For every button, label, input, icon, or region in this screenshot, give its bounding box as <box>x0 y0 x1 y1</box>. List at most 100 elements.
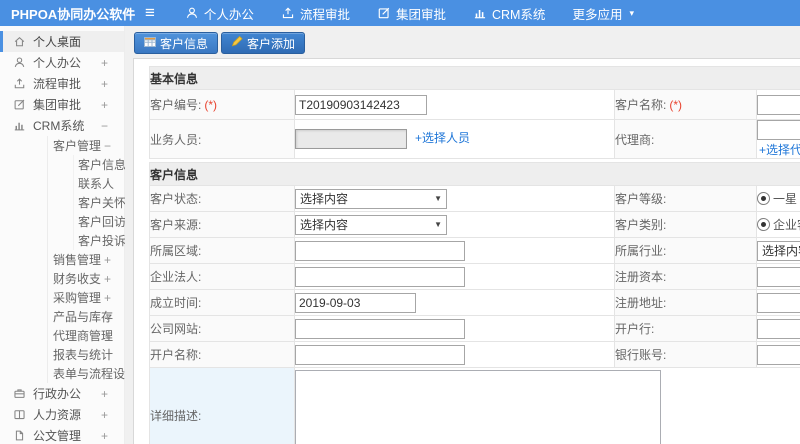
chart-icon <box>473 6 487 20</box>
sidebar-item-label: 公文管理 <box>33 429 82 443</box>
sidebar-item-customer-visit[interactable]: 客户回访 <box>0 212 126 231</box>
region-input[interactable] <box>295 240 465 261</box>
table-icon <box>144 36 156 50</box>
sidebar-item-admin-office[interactable]: 行政办公 + <box>0 383 124 404</box>
nav-item-crm-system[interactable]: CRM系统 <box>473 4 545 23</box>
collapse-minus-icon[interactable]: − <box>104 139 111 153</box>
expand-plus-icon[interactable]: + <box>101 408 108 422</box>
bank-account-label: 银行账号: <box>615 348 667 362</box>
description-textarea[interactable] <box>295 370 661 444</box>
sidebar-item-human-resources[interactable]: 人力资源 + <box>0 404 124 425</box>
select-person-link[interactable]: +选择人员 <box>415 131 470 145</box>
sidebar-item-label: 客户关怀 <box>78 196 127 210</box>
nav-item-label: 个人办公 <box>203 7 254 22</box>
form-panel: 基本信息客户编号:(*)客户名称:(*)业务人员:+选择人员代理商:+选择代理商… <box>133 58 800 444</box>
account-name-input[interactable] <box>295 344 465 365</box>
select-agent-link[interactable]: +选择代理商 <box>759 141 800 158</box>
sidebar-item-group-approval[interactable]: 集团审批 + <box>0 94 124 115</box>
tab-customer-info[interactable]: 客户信息 <box>134 32 219 54</box>
sidebar-item-label: 人力资源 <box>33 408 82 422</box>
radio-button[interactable] <box>757 218 770 231</box>
workflow-icon <box>13 77 26 90</box>
home-icon <box>13 35 26 48</box>
sidebar-item-agent-management[interactable]: 代理商管理 + <box>0 326 124 345</box>
salesperson-input[interactable] <box>295 129 407 149</box>
legal-person-input[interactable] <box>295 266 465 287</box>
sidebar-item-workflow-approval[interactable]: 流程审批 + <box>0 73 124 94</box>
briefcase-icon <box>13 387 26 400</box>
expand-plus-icon[interactable]: + <box>104 310 111 324</box>
sidebar-item-customer-care[interactable]: 客户关怀 <box>0 193 127 212</box>
expand-plus-icon[interactable]: + <box>104 291 111 305</box>
sidebar-item-contacts[interactable]: 联系人 <box>0 174 124 193</box>
expand-plus-icon[interactable]: + <box>104 329 111 343</box>
nav-item-group-approval[interactable]: 集团审批 <box>377 4 446 23</box>
registered-address-label: 注册地址: <box>615 296 667 310</box>
radio-button[interactable] <box>757 192 770 205</box>
caret-down-icon: ▾ <box>629 7 634 18</box>
sidebar-item-label: 个人办公 <box>33 56 82 70</box>
bank-account-input[interactable] <box>757 344 800 365</box>
sidebar-item-customer-complaint[interactable]: 客户投诉 <box>0 231 126 250</box>
sidebar-item-document-management[interactable]: 公文管理 + <box>0 425 124 444</box>
expand-plus-icon[interactable]: + <box>104 272 111 286</box>
agent-input[interactable] <box>757 120 800 140</box>
select-value: 选择内容 <box>762 243 800 258</box>
founded-date-input[interactable] <box>295 292 416 313</box>
sidebar-item-sales-management[interactable]: 销售管理 + <box>0 250 124 269</box>
sidebar-item-form-workflow-settings[interactable]: 表单与流程设置+ <box>0 364 145 383</box>
sidebar-item-crm-system[interactable]: CRM系统 − <box>0 115 124 136</box>
bank-label: 开户行: <box>615 322 655 336</box>
select-arrow-icon: ▼ <box>434 219 442 229</box>
bank-input[interactable] <box>757 318 800 339</box>
customer-name-input[interactable] <box>757 94 800 115</box>
add-icon <box>231 35 243 50</box>
sidebar-item-reports-statistics[interactable]: 报表与统计 <box>0 345 124 364</box>
expand-plus-icon[interactable]: + <box>101 56 108 70</box>
customer-add-form: 基本信息客户编号:(*)客户名称:(*)业务人员:+选择人员代理商:+选择代理商… <box>148 66 800 444</box>
menu-toggle-icon[interactable]: ≡ <box>145 0 155 26</box>
sidebar-item-label: CRM系统 <box>33 119 85 133</box>
customer-type-label: 客户类别: <box>615 218 667 232</box>
customer-no-input[interactable] <box>295 94 427 115</box>
sidebar-item-label: 联系人 <box>78 177 115 191</box>
sidebar-item-personal-office[interactable]: 个人办公 + <box>0 52 124 73</box>
collapse-minus-icon[interactable]: − <box>101 119 108 133</box>
sidebar-item-label: 销售管理 <box>53 253 102 267</box>
expand-plus-icon[interactable]: + <box>104 253 111 267</box>
book-icon <box>13 408 26 421</box>
sidebar-item-purchase-management[interactable]: 采购管理 + <box>0 288 124 307</box>
workflow-icon <box>281 6 295 20</box>
select-value: 选择内容 <box>300 191 349 206</box>
tab-customer-add[interactable]: 客户添加 <box>221 32 306 54</box>
customer-no-label: 客户编号: <box>150 98 202 112</box>
section-title: 基本信息 <box>148 66 800 90</box>
sidebar-item-label: 个人桌面 <box>33 35 82 49</box>
industry-select[interactable]: ▼选择内容 <box>757 240 800 261</box>
app-window: PHPOA协同办公软件 ≡ 个人办公 流程审批 集团审批 CRM系统 更多应用 ▾ 个人桌… <box>0 0 800 444</box>
expand-plus-icon[interactable]: + <box>101 98 108 112</box>
sidebar-item-product-inventory[interactable]: 产品与库存 + <box>0 307 124 326</box>
expand-plus-icon[interactable]: + <box>101 387 108 401</box>
registered-capital-input[interactable] <box>757 266 800 287</box>
customer-status-select[interactable]: ▼ 选择内容 <box>295 188 447 209</box>
website-input[interactable] <box>295 318 465 339</box>
customer-source-select[interactable]: ▼ 选择内容 <box>295 214 447 235</box>
sidebar-item-customer-management[interactable]: 客户管理 − <box>0 136 124 155</box>
app-logo: PHPOA协同办公软件 <box>11 6 136 22</box>
sidebar-item-finance-income-expense[interactable]: 财务收支 + <box>0 269 124 288</box>
sidebar-item-personal-desktop[interactable]: 个人桌面 <box>0 31 124 52</box>
nav-item-personal-office[interactable]: 个人办公 <box>185 4 254 23</box>
nav-item-workflow-approval[interactable]: 流程审批 <box>281 4 350 23</box>
sidebar-item-customer-info[interactable]: 客户信息 <box>0 155 126 174</box>
expand-plus-icon[interactable]: + <box>101 429 108 443</box>
sidebar-item-label: 采购管理 <box>53 291 102 305</box>
section-title: 客户信息 <box>148 162 800 186</box>
registered-address-input[interactable] <box>757 292 800 313</box>
expand-plus-icon[interactable]: + <box>101 77 108 91</box>
nav-item-more-apps[interactable]: 更多应用 ▾ <box>572 4 634 23</box>
person-icon <box>13 56 26 69</box>
sidebar-item-label: 流程审批 <box>33 77 82 91</box>
tab-label: 客户信息 <box>160 36 209 51</box>
website-label: 公司网站: <box>150 322 202 336</box>
